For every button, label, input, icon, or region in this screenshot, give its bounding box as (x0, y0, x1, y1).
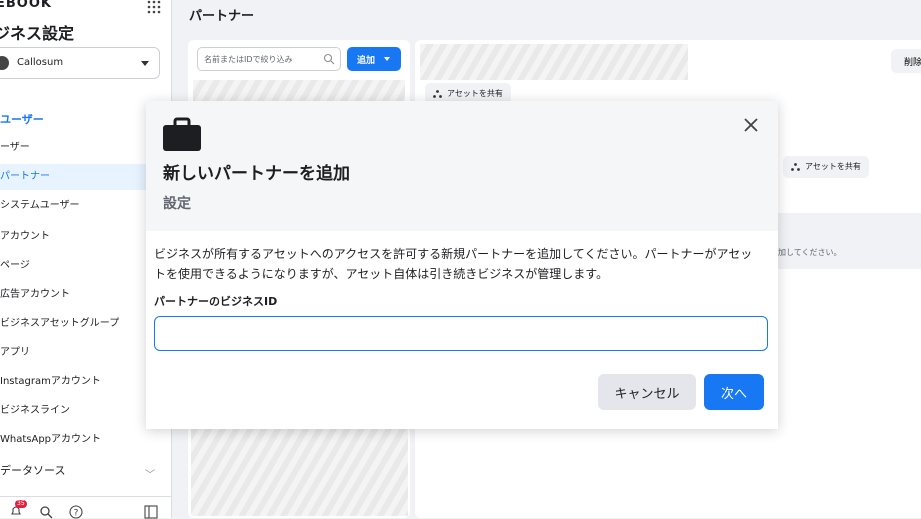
dialog-subtitle: 設定 (163, 196, 191, 212)
filter-placeholder: 名前またはIDで絞り込み (204, 55, 293, 64)
dialog-title: 新しいパートナーを追加 (163, 164, 350, 184)
add-partner-button[interactable]: 追加 (347, 47, 401, 71)
sidebar-footer: 35 ? (0, 496, 171, 519)
share-assets-label: アセットを共有 (447, 89, 503, 98)
briefcase-icon (163, 117, 201, 151)
blurred-list-item[interactable] (191, 418, 408, 516)
sidebar-title: ジネス設定 (0, 24, 75, 43)
blurred-partner-header (420, 44, 688, 80)
svg-text:?: ? (74, 509, 79, 519)
grid-icon[interactable] (147, 0, 161, 14)
chevron-down-icon (141, 61, 149, 66)
delete-button[interactable]: 削除 (891, 49, 921, 73)
account-selector[interactable]: Callosum (0, 47, 160, 79)
close-icon[interactable] (743, 117, 759, 133)
page-title: パートナー (189, 9, 255, 24)
help-icon[interactable]: ? (69, 505, 83, 519)
add-button-label: 追加 (357, 55, 376, 65)
search-icon[interactable] (39, 505, 53, 519)
add-partner-dialog: 新しいパートナーを追加 設定 ビジネスが所有するアセットへのアクセスを許可する新… (146, 101, 778, 429)
business-id-input[interactable] (154, 316, 768, 351)
share-assets-button-2[interactable]: アセットを共有 (783, 156, 869, 178)
notification-badge: 35 (15, 500, 27, 508)
account-avatar (0, 56, 9, 70)
cancel-button[interactable]: キャンセル (598, 374, 696, 410)
filter-input[interactable]: 名前またはIDで絞り込み (197, 47, 341, 71)
share-assets-label-2: アセットを共有 (805, 162, 861, 171)
info-banner-text: 加してください。 (778, 248, 842, 257)
share-icon (433, 90, 442, 98)
search-icon (323, 53, 335, 65)
share-icon (791, 163, 800, 171)
next-button[interactable]: 次へ (704, 374, 764, 410)
panel-icon[interactable] (144, 505, 158, 519)
section-users-heading[interactable]: ユーザー (0, 111, 44, 127)
caret-down-icon (384, 57, 390, 61)
brand-logo: EBOOK (0, 0, 52, 11)
account-name: Callosum (17, 57, 64, 68)
info-banner (777, 213, 921, 269)
business-id-label: パートナーのビジネスID (154, 295, 278, 308)
sidebar-item-whatsapp[interactable]: WhatsAppアカウント (0, 427, 171, 453)
dialog-description: ビジネスが所有するアセットへのアクセスを許可する新規パートナーを追加してください… (154, 247, 753, 281)
dialog-header: 新しいパートナーを追加 設定 (146, 101, 778, 231)
chevron-down-icon[interactable]: ﹀ (145, 466, 155, 481)
